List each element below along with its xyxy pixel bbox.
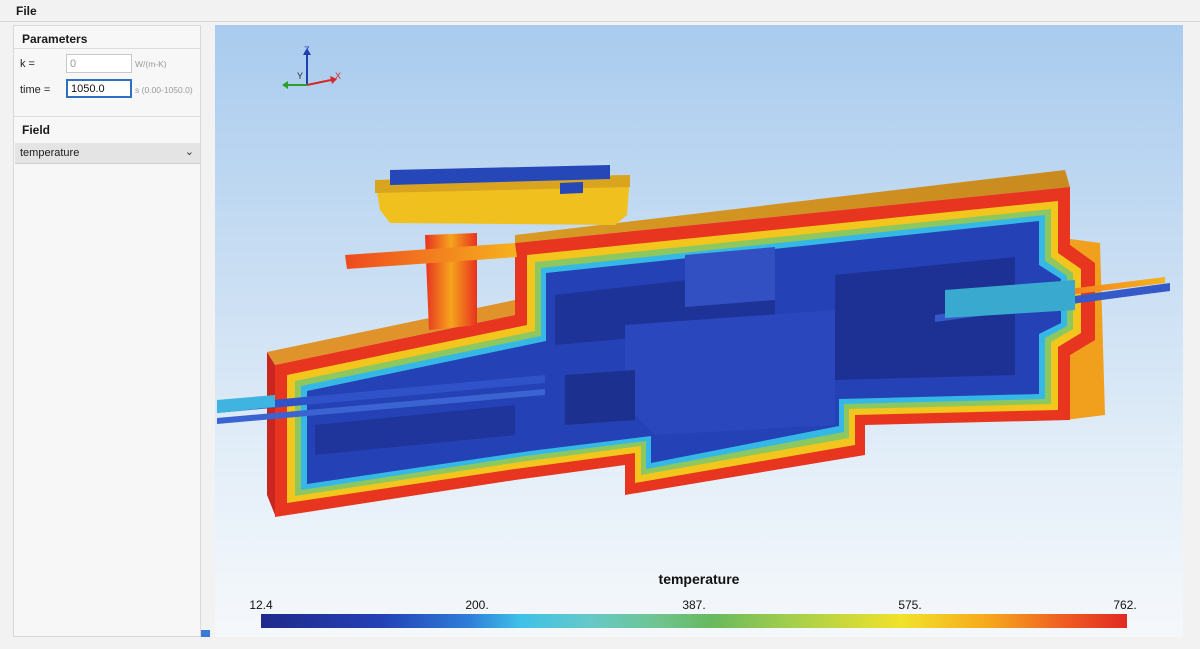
cavity xyxy=(835,257,1015,380)
field-title: Field xyxy=(22,123,51,137)
parameters-title: Parameters xyxy=(22,32,88,46)
divider xyxy=(14,116,200,117)
colorbar-label: 200. xyxy=(465,598,489,612)
simulation-render xyxy=(217,165,1170,517)
field-select[interactable]: temperature ⌄ xyxy=(15,143,200,164)
colorbar-label: 387. xyxy=(682,598,706,612)
time-label: time = xyxy=(20,84,51,96)
housing-left-wall xyxy=(267,352,275,515)
chevron-down-icon: ⌄ xyxy=(184,146,194,158)
colorbar-label: 12.4 xyxy=(249,598,273,612)
inner-block xyxy=(625,310,835,435)
colorbar-label: 762. xyxy=(1113,598,1137,612)
parameters-panel: Parameters k = W/(m-K) time = s (0.00-10… xyxy=(13,25,201,637)
k-label: k = xyxy=(20,58,35,70)
colorbar xyxy=(261,614,1127,628)
k-input[interactable] xyxy=(66,54,132,73)
cavity xyxy=(565,370,635,425)
file-menu[interactable]: File xyxy=(16,4,37,18)
3d-viewport[interactable]: Z Y X temperature 12.4 200. 387. 575. 76… xyxy=(215,25,1183,637)
time-unit: s (0.00-1050.0) xyxy=(135,85,193,95)
top-box-window xyxy=(560,182,583,194)
menu-bar: File xyxy=(0,0,1200,22)
field-select-value: temperature xyxy=(20,147,80,159)
inner-block xyxy=(685,247,775,307)
time-input[interactable] xyxy=(66,79,132,98)
k-unit: W/(m-K) xyxy=(135,59,167,69)
divider xyxy=(14,48,200,49)
colorbar-title: temperature xyxy=(658,571,740,587)
colorbar-label: 575. xyxy=(898,598,922,612)
resize-handle[interactable] xyxy=(201,630,210,637)
